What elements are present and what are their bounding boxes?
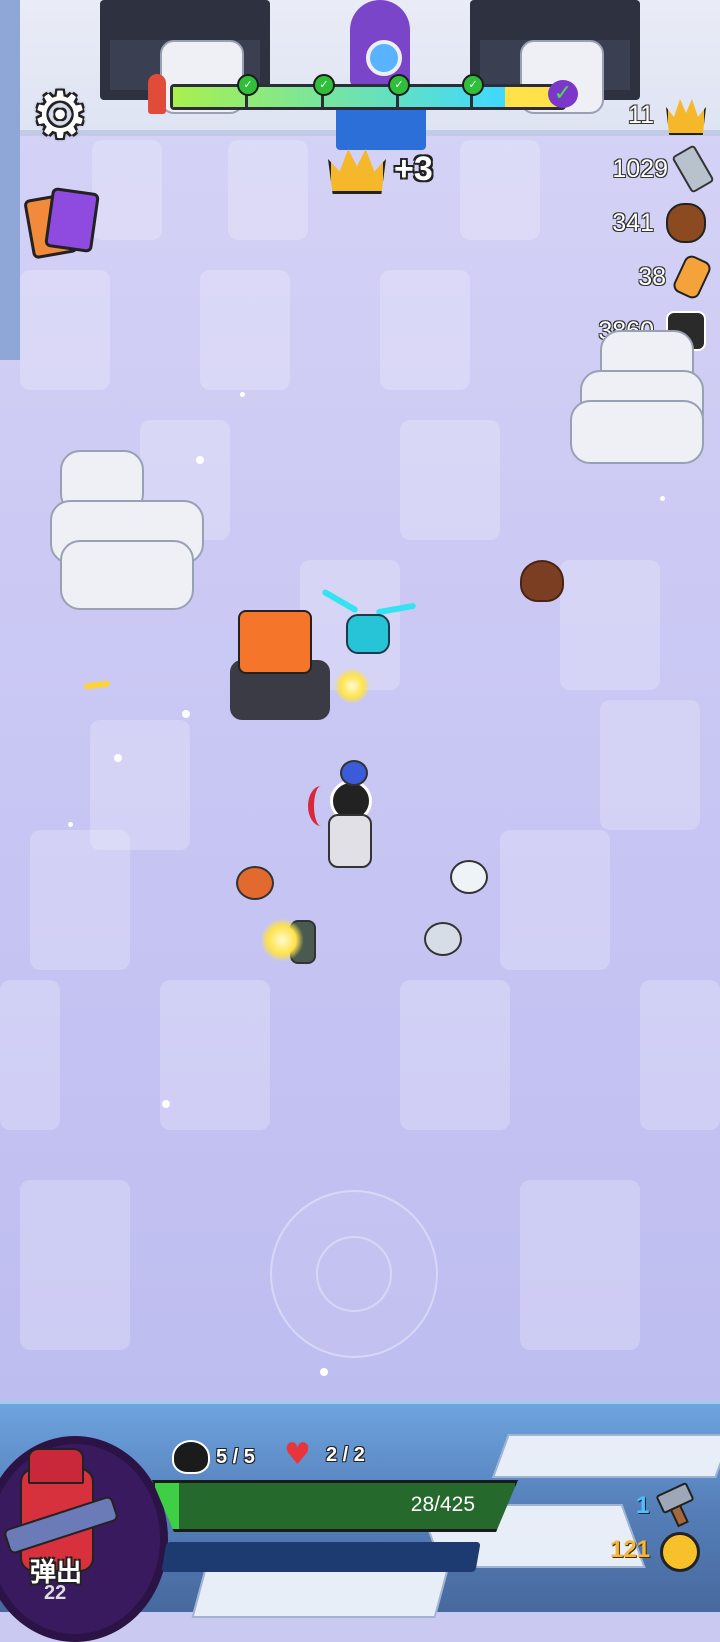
enemy-count-value: 5 / 5 <box>216 1445 255 1468</box>
floor-tile <box>520 1180 640 1350</box>
floor-tile <box>400 420 500 540</box>
checkpoint-check-icon: ✓ <box>313 74 335 96</box>
pet-bird <box>340 760 368 786</box>
lives-value: 2 / 2 <box>326 1443 365 1466</box>
floor-tile <box>200 270 290 390</box>
drone-rotor <box>321 588 359 614</box>
joystick-knob[interactable] <box>316 1236 392 1312</box>
checkpoint-check-icon: ✓ <box>388 74 410 96</box>
hammer-count: 1 <box>636 1492 650 1519</box>
coin-icon <box>660 1532 700 1572</box>
bolt-icon <box>671 144 715 194</box>
crown-reward: +3 <box>328 144 433 194</box>
settings-gear-icon[interactable]: ⚙ <box>28 84 92 148</box>
resource-bolts: 1029 <box>526 142 715 196</box>
enemy-turret <box>220 600 330 720</box>
arena-left-wall <box>0 0 20 360</box>
floor-tile <box>380 270 470 390</box>
floor-tile <box>600 700 700 830</box>
rocket-window <box>366 40 402 76</box>
poop-pickup <box>520 560 564 602</box>
snow-particle <box>240 392 245 397</box>
snow-particle <box>68 822 73 827</box>
floor-tile <box>160 980 270 1130</box>
snow-rock <box>60 540 194 610</box>
pet-robot <box>424 922 462 956</box>
resource-bolts-value: 1029 <box>612 154 668 183</box>
hero-hat <box>28 1448 84 1484</box>
player-character <box>308 780 378 880</box>
barrel-icon <box>666 203 706 243</box>
resource-vials-value: 38 <box>638 262 666 291</box>
crown-icon <box>666 99 706 135</box>
floor-tile <box>92 140 162 240</box>
resource-crowns: 11 <box>526 88 706 142</box>
game-arena[interactable]: ✓ ✓ ✓ ✓ ✓ ⚙ +3 11 1029 341 38 3860 <box>0 0 720 1400</box>
snow-particle <box>660 496 665 501</box>
enemy-count-stat: 5 / 5 <box>172 1440 255 1474</box>
heart-icon: ♥ <box>284 1437 311 1472</box>
snow-particle <box>162 1100 170 1108</box>
snow-particle <box>320 1368 328 1376</box>
resource-barrels: 341 <box>526 196 706 250</box>
snow-particle <box>114 754 122 762</box>
player-body <box>328 814 372 868</box>
eject-count: 22 <box>44 1582 67 1604</box>
coin-count: 121 <box>610 1536 651 1563</box>
resource-crowns-value: 11 <box>628 100 654 129</box>
cards-button[interactable] <box>23 186 100 260</box>
floor-tile <box>0 980 60 1130</box>
card-purple-icon <box>44 186 100 254</box>
lives-stat: ♥ 2 / 2 <box>284 1440 365 1470</box>
vial-icon <box>670 252 714 302</box>
checkpoint-check-icon: ✓ <box>237 74 259 96</box>
crown-reward-amount: +3 <box>394 149 433 188</box>
drone-ally <box>320 588 420 660</box>
hammer-icon <box>655 1481 695 1528</box>
snow-rock <box>570 400 704 464</box>
experience-bar <box>161 1542 481 1572</box>
drone-body <box>346 614 390 654</box>
floor-tile <box>20 270 110 390</box>
progress-rocket-icon <box>148 74 166 114</box>
floor-tile <box>560 560 660 690</box>
resource-panel: 11 1029 341 38 3860 <box>526 88 715 358</box>
ice-floe <box>491 1434 720 1478</box>
health-bar: 28/425 <box>152 1480 518 1532</box>
checkpoint-check-icon: ✓ <box>462 74 484 96</box>
floor-tile <box>30 830 130 970</box>
snow-particle <box>196 456 204 464</box>
health-text: 28/425 <box>410 1493 475 1516</box>
virtual-joystick[interactable] <box>270 1190 438 1358</box>
bullet <box>83 680 111 690</box>
pet-fairy <box>450 860 488 894</box>
drone-rotor <box>375 602 417 616</box>
slime-icon <box>172 1440 210 1474</box>
floor-tile <box>400 980 510 1130</box>
floor-tile <box>500 830 610 970</box>
snow-particle <box>182 710 190 718</box>
floor-tile <box>20 1180 130 1350</box>
floor-tile <box>640 980 720 1130</box>
level-progress-bar <box>170 84 566 110</box>
turret-cannon <box>238 610 312 674</box>
muzzle-flash <box>260 918 304 962</box>
floor-tile <box>228 140 308 240</box>
level-progress-fill <box>173 87 505 107</box>
muzzle-flash <box>334 668 370 704</box>
resource-vials: 38 <box>526 250 714 304</box>
resource-barrels-value: 341 <box>612 208 654 237</box>
crown-icon <box>328 149 386 194</box>
pet-orange <box>236 866 274 900</box>
